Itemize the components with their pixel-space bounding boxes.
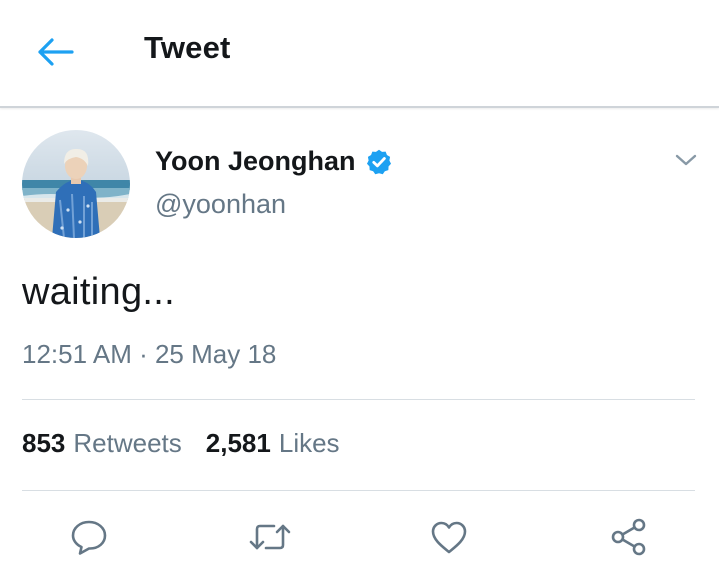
retweets-label: Retweets bbox=[73, 428, 182, 458]
retweet-button[interactable] bbox=[248, 515, 292, 559]
author-name-text: Yoon Jeonghan bbox=[155, 146, 356, 176]
divider bbox=[22, 399, 695, 400]
chevron-down-icon bbox=[675, 154, 697, 166]
retweets-stat[interactable]: 853 Retweets bbox=[22, 428, 182, 459]
arrow-left-icon bbox=[38, 38, 74, 66]
like-button[interactable] bbox=[427, 515, 471, 559]
share-icon bbox=[611, 518, 646, 556]
back-button[interactable] bbox=[34, 32, 76, 72]
top-bar: Tweet bbox=[0, 0, 719, 108]
share-button[interactable] bbox=[607, 515, 651, 559]
avatar[interactable] bbox=[22, 130, 130, 238]
page-title: Tweet bbox=[144, 30, 231, 65]
reply-button[interactable] bbox=[67, 515, 111, 559]
heart-icon bbox=[431, 521, 467, 554]
reply-icon bbox=[71, 520, 107, 555]
author-handle[interactable]: @yoonhan bbox=[155, 189, 286, 220]
avatar-photo bbox=[22, 130, 130, 238]
tweet-stats: 853 Retweets 2,581 Likes bbox=[22, 428, 340, 459]
more-options-button[interactable] bbox=[672, 148, 700, 172]
divider bbox=[22, 490, 695, 491]
likes-label: Likes bbox=[278, 428, 340, 458]
likes-stat[interactable]: 2,581 Likes bbox=[206, 428, 340, 459]
verified-badge-icon bbox=[366, 149, 391, 174]
author-name[interactable]: Yoon Jeonghan bbox=[155, 146, 393, 177]
retweets-count: 853 bbox=[22, 428, 66, 458]
retweet-icon bbox=[249, 524, 291, 550]
tweet-timestamp: 12:51 AM · 25 May 18 bbox=[22, 339, 277, 369]
tweet-text: waiting... bbox=[22, 271, 175, 313]
likes-count: 2,581 bbox=[205, 428, 271, 458]
